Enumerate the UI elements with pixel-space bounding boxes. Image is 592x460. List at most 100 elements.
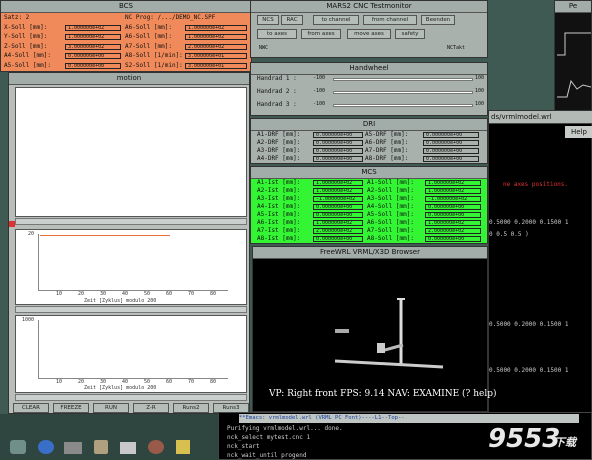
editor-line: 0.5000 0.2000 0.1500 1 xyxy=(489,219,569,226)
nwc-label: NWC xyxy=(259,45,269,51)
dri-label: A7-DRF [mm]: xyxy=(365,147,409,154)
bcs-value-field: 1.000000e+02 xyxy=(185,24,247,31)
dri-value-field: 0.000000e+00 xyxy=(423,132,479,138)
plot2-xtick: 60 xyxy=(166,379,173,385)
globe-icon[interactable] xyxy=(38,440,54,454)
editor-line: 0 0.5 0.5 ) xyxy=(489,231,529,238)
plot2-xtick: 20 xyxy=(78,379,85,385)
app-icon[interactable] xyxy=(148,440,164,454)
mcs-value-field: 1.000000e+02 xyxy=(425,220,481,226)
ncs-button[interactable]: NCS xyxy=(257,15,279,25)
vrml-title: FreeWRL VRML/X3D Browser xyxy=(253,247,487,259)
motion-window: motion 20 Zeit [Zyklus] modulo 200 10 20 3… xyxy=(8,72,250,414)
watermark: 9553 下载 xyxy=(488,420,588,456)
home-icon[interactable] xyxy=(94,440,108,454)
handwheel-slider[interactable] xyxy=(333,91,473,94)
mcs-label: A1-Ist [mm]: xyxy=(257,179,301,186)
mcs-label: A8-Ist [mm]: xyxy=(257,235,301,242)
vrml-browser-window: FreeWRL VRML/X3D Browser VP: Right front… xyxy=(252,246,497,412)
handwheel-max: 100 xyxy=(475,88,485,94)
bcs-value-field: 1.000000e+02 xyxy=(185,34,247,40)
plot-2-ytick: 1000 xyxy=(22,317,35,323)
motion-zr-button[interactable]: Z-R xyxy=(133,403,169,413)
handwheel-slider[interactable] xyxy=(333,104,473,107)
monitor-icon[interactable] xyxy=(120,442,136,454)
plot-1-x-axis xyxy=(38,290,228,291)
editor-title: ds/vrmlmodel.wrl xyxy=(491,113,552,121)
dri-label: A6-DRF [mm]: xyxy=(365,139,409,146)
dri-value-field: 0.000000e+00 xyxy=(423,140,479,146)
mcs-value-field: 0.000000e+00 xyxy=(425,204,481,210)
testmonitor-window: MARS2 CNC Testmonitor NCS RAC to channel… xyxy=(250,0,488,58)
bcs-value-field: 0.000000e+00 xyxy=(65,53,121,59)
bcs-value-field: 3.000000e+02 xyxy=(65,43,121,50)
mcs-label: A6-Ist [mm]: xyxy=(257,219,301,226)
plot-2-y-axis xyxy=(38,320,39,378)
top-right-graph xyxy=(557,32,591,98)
editor-line: 0.5000 0.2000 0.1500 1 xyxy=(489,321,569,328)
handwheel-label: Handrad 3 : xyxy=(257,101,297,108)
motion-freeze-button[interactable]: FREEZE xyxy=(53,403,89,413)
plot-1-scrollbar[interactable] xyxy=(15,306,247,313)
rac-button[interactable]: RAC xyxy=(281,15,303,25)
beenden-button[interactable]: Beenden xyxy=(421,15,455,25)
dri-label: A4-DRF [mm]: xyxy=(257,155,301,162)
bcs-label: A6-Soll [mm]: xyxy=(125,23,172,31)
plot-2-x-axis xyxy=(38,378,228,379)
from-channel-button[interactable]: from channel xyxy=(363,15,417,25)
editor-window: ds/vrmlmodel.wrl Help ne axes positions.… xyxy=(488,110,592,415)
to-axes-button[interactable]: to axes xyxy=(257,29,297,39)
mcs-window: MCS A1-Ist [mm]: 1.000000e+02 A1-Soll [mm]… xyxy=(250,166,488,244)
plot2-xtick: 50 xyxy=(144,379,151,385)
folder-icon[interactable] xyxy=(64,442,82,454)
vrml-3d-scene[interactable] xyxy=(253,259,487,389)
from-axes-button[interactable]: from axes xyxy=(301,29,341,39)
mcs-title: MCS xyxy=(251,167,487,179)
terminal-icon[interactable] xyxy=(10,440,26,454)
help-menu[interactable]: Help xyxy=(565,126,592,138)
handwheel-min: -100 xyxy=(313,75,326,81)
mcs-value-field: -1.000000e+02 xyxy=(313,196,363,202)
bcs-label: NC Prog: /.../DEMO_NC.SPF xyxy=(125,14,216,21)
watermark-text: 9553 xyxy=(488,424,561,454)
move-axes-button[interactable]: move axes xyxy=(347,29,391,39)
vrml-status: VP: Right front FPS: 9.14 NAV: EXAMINE (… xyxy=(269,389,497,399)
bcs-label: S2-Soll [1/min]: xyxy=(125,61,183,69)
motion-runs2-button[interactable]: Runs2 xyxy=(173,403,209,413)
bcs-label: A6-Soll [mm]: xyxy=(125,33,172,40)
top-right-window: Pe xyxy=(554,0,592,118)
plot-2-scrollbar[interactable] xyxy=(15,394,247,401)
dri-value-field: 0.000000e+00 xyxy=(313,140,363,146)
lamp-icon[interactable] xyxy=(176,440,190,454)
motion-title: motion xyxy=(9,73,249,85)
motion-hscrollbar[interactable] xyxy=(15,218,247,225)
terminal-line: nck_select mytest.cnc 1 xyxy=(227,434,311,441)
mcs-value-field: 1.000000e+02 xyxy=(313,188,363,194)
to-channel-button[interactable]: to channel xyxy=(313,15,359,25)
motion-clear-button[interactable]: CLEAR xyxy=(13,403,49,413)
dri-label: A8-DRF [mm]: xyxy=(365,155,409,162)
mcs-label: A5-Soll [mm]: xyxy=(367,211,414,218)
safety-button[interactable]: safety xyxy=(395,29,425,39)
plot2-xtick: 40 xyxy=(122,379,129,385)
motion-run-button[interactable]: RUN xyxy=(93,403,129,413)
mcs-value-field: -1.000000e+02 xyxy=(425,196,481,202)
bcs-value-field: 1.000000e+02 xyxy=(65,24,121,31)
bcs-label: X-Soll [mm]: xyxy=(4,23,48,31)
handwheel-min: -100 xyxy=(313,101,326,107)
motion-upper-area xyxy=(15,87,247,217)
bcs-value-field: 3.000000e+01 xyxy=(185,62,247,69)
mcs-value-field: 0.000000e+00 xyxy=(425,236,481,242)
bcs-label: Satz: 2 xyxy=(4,14,30,21)
plot1-xtick: 50 xyxy=(144,291,151,297)
terminal-line: Purifying vrmlmodel.wrl... done. xyxy=(227,425,343,432)
handwheel-label: Handrad 2 : xyxy=(257,88,297,95)
handwheel-title: Handwheel xyxy=(251,63,487,75)
handwheel-slider[interactable] xyxy=(333,78,473,81)
plot1-xtick: 60 xyxy=(166,291,173,297)
plot-1-y-axis xyxy=(38,234,39,290)
plot1-xtick: 10 xyxy=(56,291,63,297)
dri-value-field: 0.000000e+00 xyxy=(423,148,479,154)
plot-1-ytick: 20 xyxy=(28,231,35,237)
mcs-label: A2-Soll [mm]: xyxy=(367,187,414,194)
